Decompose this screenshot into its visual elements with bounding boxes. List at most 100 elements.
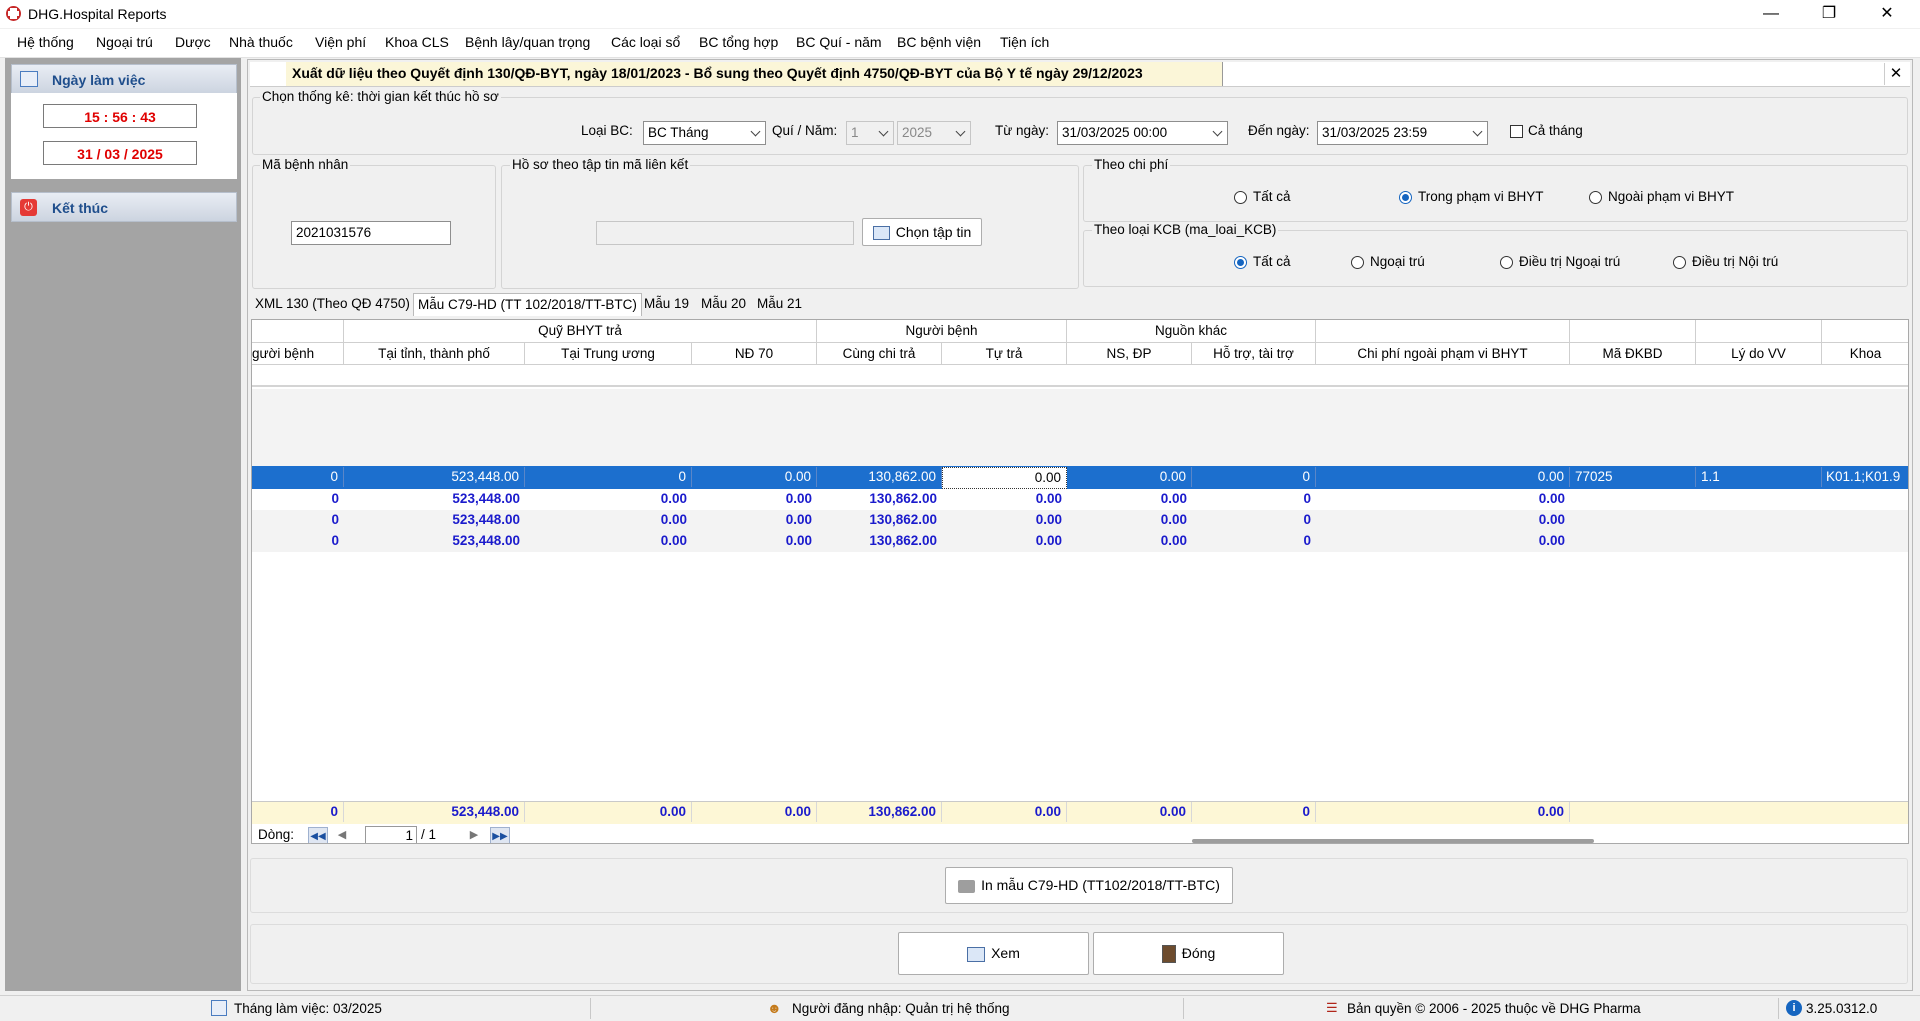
filter-group-label: Chọn thống kê: thời gian kết thúc hồ sơ — [260, 89, 501, 104]
status-bar: Tháng làm việc: 03/2025 ☻ Người đăng nhậ… — [0, 995, 1920, 1021]
choose-file-button[interactable]: Chọn tập tin — [862, 218, 982, 246]
cost-option-all: Tất cả — [1253, 189, 1291, 204]
menu-duoc[interactable]: Dược — [175, 34, 211, 50]
cell-patient[interactable]: 0 — [252, 467, 344, 487]
cell-ly-do-vv[interactable]: 1.1 — [1696, 467, 1822, 487]
kcb-radio-outpatient-treatment[interactable] — [1500, 256, 1513, 269]
sum-cell: 523,448.00 — [452, 491, 520, 506]
cell-out-bhyt[interactable]: 0.00 — [1316, 467, 1570, 487]
next-page-icon[interactable]: ▶ — [467, 827, 481, 843]
menu-tien-ich[interactable]: Tiện ích — [1000, 34, 1049, 50]
tab-mau-19[interactable]: Mẫu 19 — [640, 293, 693, 315]
sum-cell: 0.00 — [1160, 533, 1187, 548]
footer-cell: 0 — [252, 802, 344, 822]
col-header-ns-dp[interactable]: NS, ĐP — [1067, 343, 1192, 365]
status-separator — [1183, 998, 1184, 1019]
menu-cac-loai-so[interactable]: Các loại sổ — [611, 34, 680, 50]
cost-radio-out-bhyt[interactable] — [1589, 191, 1602, 204]
menu-he-thong[interactable]: Hệ thống — [17, 34, 74, 50]
minimize-button[interactable]: — — [1742, 0, 1800, 28]
col-header-self-pay[interactable]: Tự trả — [942, 343, 1067, 365]
cell-ns-dp[interactable]: 0.00 — [1067, 467, 1192, 487]
menu-vien-phi[interactable]: Viện phí — [315, 34, 366, 50]
report-type-value: BC Tháng — [648, 125, 709, 140]
grid-group-header-other: Nguồn khác — [1067, 320, 1316, 343]
col-header-patient[interactable]: gười bệnh — [252, 343, 344, 365]
menu-bc-benh-vien[interactable]: BC bệnh viện — [897, 34, 981, 50]
year-select[interactable]: 2025 — [897, 121, 971, 145]
tab-mau-20[interactable]: Mẫu 20 — [697, 293, 750, 315]
report-type-select[interactable]: BC Tháng — [643, 121, 766, 145]
restore-button[interactable]: ❐ — [1800, 0, 1858, 28]
view-button[interactable]: Xem — [898, 932, 1089, 975]
from-date-label: Từ ngày: — [995, 123, 1050, 138]
cell-co-payment[interactable]: 130,862.00 — [817, 467, 942, 487]
tab-mau-21[interactable]: Mẫu 21 — [753, 293, 806, 315]
menu-benh-lay[interactable]: Bệnh lây/quan trọng — [465, 34, 590, 50]
col-header-central[interactable]: Tại Trung ương — [525, 343, 692, 365]
full-month-checkbox[interactable] — [1510, 125, 1523, 138]
col-header-support[interactable]: Hỗ trợ, tài trợ — [1192, 343, 1316, 365]
exit-header[interactable]: ⏻ Kết thúc — [11, 192, 237, 222]
print-c79-button[interactable]: In mẫu C79-HD (TT102/2018/TT-BTC) — [945, 867, 1233, 904]
full-month-label: Cả tháng — [1528, 123, 1583, 138]
quarter-year-label: Quí / Năm: — [772, 123, 838, 138]
col-header-nd70[interactable]: NĐ 70 — [692, 343, 817, 365]
cell-khoa[interactable]: K01.1;K01.9 — [1822, 467, 1908, 487]
close-button[interactable]: Đóng — [1093, 932, 1284, 975]
cell-province[interactable]: 523,448.00 — [344, 467, 525, 487]
date-display: 31 / 03 / 2025 — [43, 141, 197, 165]
col-header-province[interactable]: Tại tỉnh, thành phố — [344, 343, 525, 365]
cell-self-pay-focused[interactable]: 0.00 — [942, 467, 1067, 489]
prev-page-icon[interactable]: ◀ — [335, 827, 349, 843]
grid-group-header-bhyt: Quỹ BHYT trả — [344, 320, 817, 343]
patient-id-input[interactable]: 2021031576 — [291, 221, 451, 245]
col-header-ly-do-vv[interactable]: Lý do VV — [1696, 343, 1822, 365]
close-window-button[interactable]: ✕ — [1858, 0, 1916, 28]
horizontal-scrollbar[interactable] — [1192, 839, 1594, 843]
kcb-radio-all[interactable] — [1234, 256, 1247, 269]
kcb-radio-inpatient-treatment[interactable] — [1673, 256, 1686, 269]
menu-ngoai-tru[interactable]: Ngoại trú — [96, 34, 153, 50]
file-path-input[interactable] — [596, 221, 854, 245]
menu-bc-tong-hop[interactable]: BC tổng hợp — [699, 34, 778, 50]
data-grid[interactable]: Quỹ BHYT trả Người bệnh Nguồn khác gười … — [251, 319, 1909, 844]
col-header-khoa[interactable]: Khoa — [1822, 343, 1908, 365]
cell-central[interactable]: 0 — [525, 467, 692, 487]
cost-radio-all[interactable] — [1234, 191, 1247, 204]
workday-header[interactable]: Ngày làm việc — [11, 64, 237, 94]
cell-ma-dkbd[interactable]: 77025 — [1570, 467, 1696, 487]
tab-xml130[interactable]: XML 130 (Theo QĐ 4750) — [251, 293, 414, 315]
sum-cell: 0 — [331, 491, 339, 506]
first-page-icon[interactable]: ◀◀ — [308, 827, 328, 843]
sum-cell: 0.00 — [785, 491, 812, 506]
users-icon: ☻ — [767, 1000, 782, 1016]
print-label: In mẫu C79-HD (TT102/2018/TT-BTC) — [981, 877, 1220, 893]
menu-khoa-cls[interactable]: Khoa CLS — [385, 34, 449, 50]
sum-cell: 0 — [331, 533, 339, 548]
table-row-selected[interactable]: 0 523,448.00 0 0.00 130,862.00 0.00 0.00… — [252, 466, 1908, 489]
kcb-radio-outpatient[interactable] — [1351, 256, 1364, 269]
tab-c79-hd[interactable]: Mẫu C79-HD (TT 102/2018/TT-BTC) — [413, 293, 642, 316]
calendar-icon — [20, 71, 38, 87]
quarter-select[interactable]: 1 — [846, 121, 894, 145]
cost-radio-in-bhyt[interactable] — [1399, 191, 1412, 204]
menu-nha-thuoc[interactable]: Nhà thuốc — [229, 34, 293, 50]
from-date-input[interactable]: 31/03/2025 00:00 — [1057, 121, 1228, 145]
last-page-icon[interactable]: ▶▶ — [490, 827, 510, 843]
footer-cell: 0 — [1192, 802, 1316, 822]
to-date-value: 31/03/2025 23:59 — [1322, 125, 1428, 140]
cell-nd70[interactable]: 0.00 — [692, 467, 817, 487]
page-number-input[interactable]: 1 — [365, 826, 417, 843]
sum-cell: 0.00 — [1035, 512, 1062, 527]
to-date-input[interactable]: 31/03/2025 23:59 — [1317, 121, 1488, 145]
close-form-icon[interactable]: ✕ — [1884, 63, 1907, 85]
menu-bc-qui-nam[interactable]: BC Quí - năm — [796, 34, 882, 50]
cell-support[interactable]: 0 — [1192, 467, 1316, 487]
info-icon: i — [1786, 1000, 1802, 1016]
patient-id-value: 2021031576 — [296, 225, 372, 240]
col-header-ma-dkbd[interactable]: Mã ĐKBD — [1570, 343, 1696, 365]
grid-filter-row[interactable] — [252, 365, 1908, 387]
col-header-out-bhyt[interactable]: Chi phí ngoài phạm vi BHYT — [1316, 343, 1570, 365]
col-header-co-payment[interactable]: Cùng chi trả — [817, 343, 942, 365]
